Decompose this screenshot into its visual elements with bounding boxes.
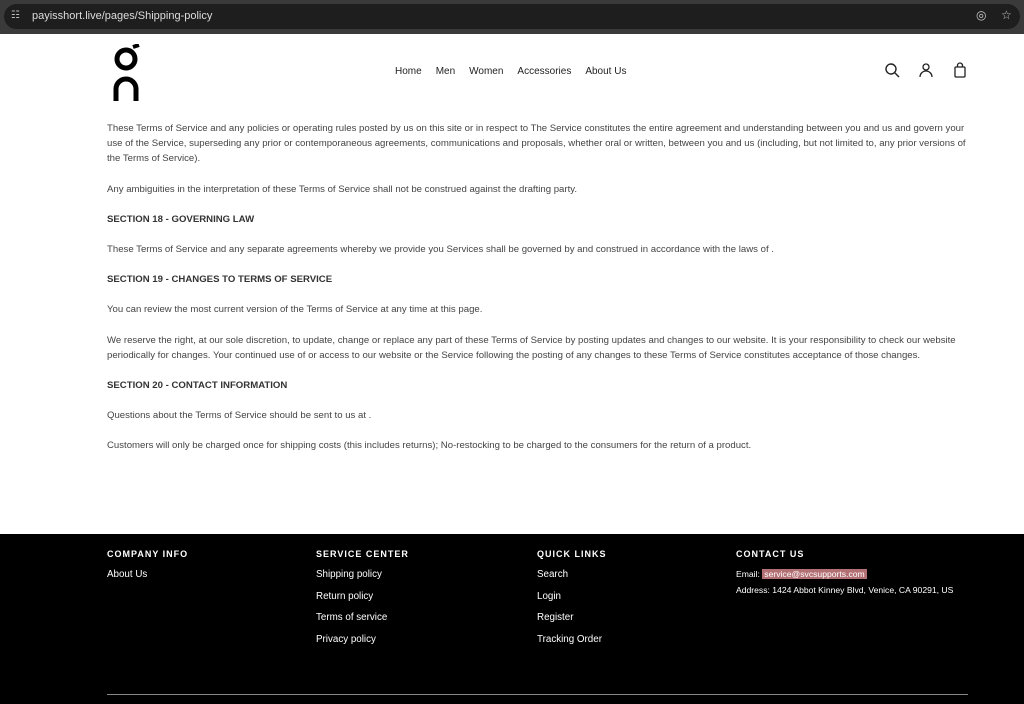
browser-bar: ☷ payisshort.live/pages/Shipping-policy … bbox=[0, 0, 1024, 34]
search-icon[interactable] bbox=[884, 62, 900, 78]
footer-link-about-us[interactable]: About Us bbox=[107, 569, 188, 580]
paragraph: These Terms of Service and any policies … bbox=[107, 123, 966, 165]
footer-contact-us: CONTACT US Email: service@svcsupports.co… bbox=[736, 549, 953, 595]
footer-heading: SERVICE CENTER bbox=[316, 549, 409, 559]
email-label: Email: bbox=[736, 569, 760, 579]
footer-heading: CONTACT US bbox=[736, 549, 805, 559]
nav-home[interactable]: Home bbox=[395, 66, 422, 77]
paragraph: These Terms of Service and any separate … bbox=[107, 244, 774, 256]
brand-logo[interactable] bbox=[113, 44, 141, 102]
footer-link-login[interactable]: Login bbox=[537, 591, 607, 602]
cart-bag-icon[interactable] bbox=[952, 62, 968, 78]
footer-link-search[interactable]: Search bbox=[537, 569, 607, 580]
eye-off-icon[interactable]: ◎ bbox=[976, 8, 986, 22]
nav-women[interactable]: Women bbox=[469, 66, 503, 77]
footer-link-shipping-policy[interactable]: Shipping policy bbox=[316, 569, 409, 580]
paragraph: Customers will only be charged once for … bbox=[107, 440, 752, 452]
footer-link-privacy-policy[interactable]: Privacy policy bbox=[316, 634, 409, 645]
paragraph: Any ambiguities in the interpretation of… bbox=[107, 183, 577, 195]
bookmark-star-icon[interactable]: ☆ bbox=[1001, 8, 1012, 22]
address-text: Address: 1424 Abbot Kinney Blvd, Venice,… bbox=[736, 585, 954, 595]
footer-heading: COMPANY INFO bbox=[107, 549, 189, 559]
footer-heading: QUICK LINKS bbox=[537, 549, 607, 559]
footer-link-return-policy[interactable]: Return policy bbox=[316, 591, 409, 602]
footer-link-register[interactable]: Register bbox=[537, 612, 607, 623]
nav-about-us[interactable]: About Us bbox=[585, 66, 626, 77]
main-nav: Home Men Women Accessories About Us bbox=[395, 66, 626, 77]
paragraph: You can review the most current version … bbox=[107, 304, 483, 316]
footer-quick-links: QUICK LINKS Search Login Register Tracki… bbox=[537, 549, 607, 655]
account-icon[interactable] bbox=[918, 62, 934, 78]
footer-link-terms-of-service[interactable]: Terms of service bbox=[316, 612, 409, 623]
site-settings-icon[interactable]: ☷ bbox=[11, 10, 20, 21]
paragraph: We reserve the right, at our sole discre… bbox=[107, 334, 956, 361]
footer-company-info: COMPANY INFO About Us bbox=[107, 549, 188, 591]
paragraph: Questions about the Terms of Service sho… bbox=[107, 410, 372, 422]
footer-divider bbox=[107, 694, 968, 695]
footer-service-center: SERVICE CENTER Shipping policy Return po… bbox=[316, 549, 409, 655]
section-heading: SECTION 18 - GOVERNING LAW bbox=[107, 213, 255, 225]
section-heading: SECTION 19 - CHANGES TO TERMS OF SERVICE bbox=[107, 274, 333, 286]
footer: COMPANY INFO About Us SERVICE CENTER Shi… bbox=[0, 534, 1024, 704]
footer-link-tracking-order[interactable]: Tracking Order bbox=[537, 634, 607, 645]
policy-content: These Terms of Service and any policies … bbox=[107, 121, 967, 469]
email-link[interactable]: service@svcsupports.com bbox=[762, 569, 867, 579]
url-text[interactable]: payisshort.live/pages/Shipping-policy bbox=[32, 10, 212, 22]
section-heading: SECTION 20 - CONTACT INFORMATION bbox=[107, 380, 288, 392]
nav-men[interactable]: Men bbox=[436, 66, 455, 77]
nav-accessories[interactable]: Accessories bbox=[517, 66, 571, 77]
